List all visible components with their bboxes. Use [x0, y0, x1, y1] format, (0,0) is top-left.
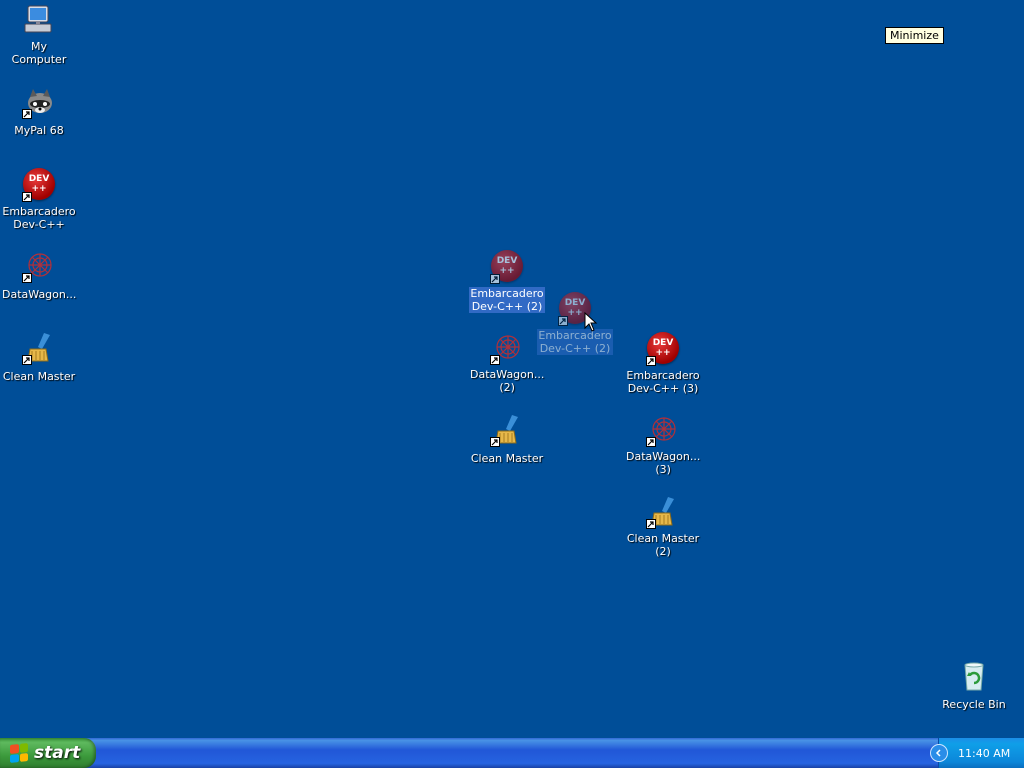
icon-label: Clean Master (2)	[626, 532, 700, 558]
desktop-icon-clean-master-2[interactable]: Clean Master	[469, 413, 545, 466]
desktop-icon-datawagon-3[interactable]: DataWagon... (3)	[625, 413, 701, 477]
datawagon-icon	[490, 331, 524, 365]
desktop-icon-clean-master[interactable]: Clean Master	[1, 331, 77, 384]
desktop-icon-clean-master-3[interactable]: Clean Master (2)	[625, 495, 701, 559]
shortcut-arrow-icon	[490, 274, 500, 284]
icon-label: Clean Master	[470, 452, 544, 465]
my-computer-icon	[22, 3, 56, 37]
desktop-icon-datawagon[interactable]: DataWagon...	[1, 249, 77, 302]
desktop-icon-devcpp-2[interactable]: DEV ++ Embarcadero Dev-C++ (2)	[469, 249, 545, 314]
icon-label: DataWagon...	[2, 288, 77, 301]
devcpp-icon: DEV ++	[490, 250, 524, 284]
desktop-icon-recycle-bin[interactable]: Recycle Bin	[936, 659, 1012, 712]
shortcut-arrow-icon	[22, 273, 32, 283]
icon-label: MyPal 68	[14, 124, 64, 137]
icon-label: Clean Master	[2, 370, 76, 383]
desktop-icon-devcpp-3[interactable]: DEV ++ Embarcadero Dev-C++ (3)	[625, 331, 701, 396]
datawagon-icon	[22, 249, 56, 283]
icon-label: Embarcadero Dev-C++ (2)	[537, 329, 613, 355]
start-label: start	[34, 743, 81, 763]
clock[interactable]: 11:40 AM	[958, 747, 1010, 760]
taskbar: start 11:40 AM	[0, 738, 1024, 768]
shortcut-arrow-icon	[558, 316, 568, 326]
icon-label: Embarcadero Dev-C++ (2)	[469, 287, 545, 313]
desktop[interactable]: My Computer MyPal 68 DEV ++ Embarcadero D…	[0, 0, 1024, 738]
datawagon-icon	[646, 413, 680, 447]
desktop-icon-datawagon-2[interactable]: DataWagon... (2)	[469, 331, 545, 395]
icon-label: Recycle Bin	[942, 698, 1006, 711]
windows-logo-icon	[10, 743, 28, 763]
shortcut-arrow-icon	[646, 356, 656, 366]
shortcut-arrow-icon	[490, 437, 500, 447]
icon-label: Embarcadero Dev-C++	[2, 205, 76, 231]
broom-icon	[646, 495, 680, 529]
system-tray: 11:40 AM	[930, 738, 1024, 768]
broom-icon	[490, 413, 524, 447]
broom-icon	[22, 331, 56, 365]
desktop-icon-mypal[interactable]: MyPal 68	[1, 85, 77, 138]
shortcut-arrow-icon	[22, 192, 32, 202]
tooltip-minimize: Minimize	[885, 27, 944, 44]
desktop-icon-my-computer[interactable]: My Computer	[1, 3, 77, 67]
icon-label: My Computer	[11, 40, 67, 66]
icon-label: DataWagon... (2)	[470, 368, 545, 394]
shortcut-arrow-icon	[22, 355, 32, 365]
shortcut-arrow-icon	[490, 355, 500, 365]
desktop-icon-devcpp[interactable]: DEV ++ Embarcadero Dev-C++	[1, 167, 77, 232]
shortcut-arrow-icon	[646, 519, 656, 529]
icon-label: Embarcadero Dev-C++ (3)	[626, 369, 700, 395]
raccoon-icon	[22, 85, 56, 119]
devcpp-icon: DEV ++	[22, 168, 56, 202]
shortcut-arrow-icon	[22, 109, 32, 119]
start-button[interactable]: start	[0, 738, 96, 768]
icon-label: DataWagon... (3)	[626, 450, 701, 476]
dragging-icon-devcpp[interactable]: DEV ++ Embarcadero Dev-C++ (2)	[537, 291, 613, 356]
devcpp-icon: DEV ++	[646, 332, 680, 366]
mouse-cursor-icon	[584, 311, 598, 336]
shortcut-arrow-icon	[646, 437, 656, 447]
show-hidden-icons-chevron-icon[interactable]	[930, 744, 948, 762]
recycle-bin-icon	[957, 659, 991, 693]
